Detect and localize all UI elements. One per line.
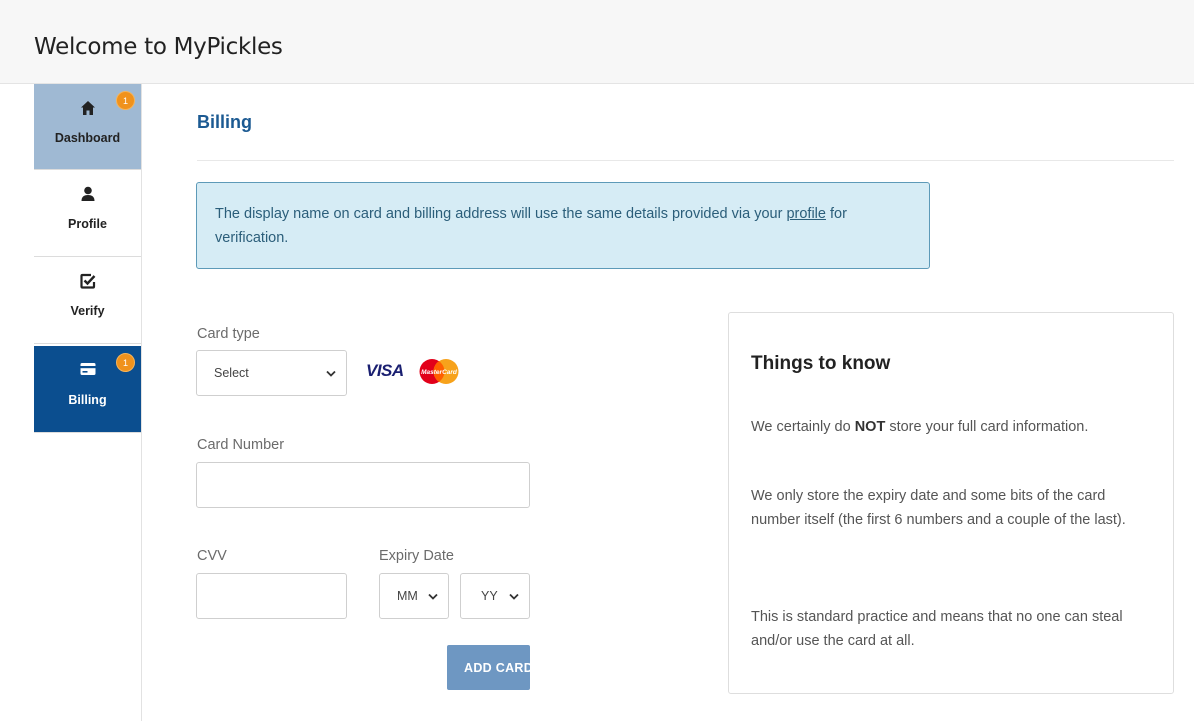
panel-paragraph-3: This is standard practice and means that… — [751, 609, 1123, 649]
sidebar-item-label: Billing — [68, 393, 107, 407]
expiry-month-value: MM — [397, 589, 418, 603]
panel-paragraph-1: We certainly do NOT store your full card… — [751, 415, 1151, 439]
visa-logo: VISA — [366, 361, 404, 380]
card-type-select[interactable]: Select — [196, 350, 347, 396]
chevron-down-icon — [428, 589, 438, 603]
card-number-label: Card Number — [197, 437, 285, 453]
add-card-button[interactable]: ADD CARD — [447, 645, 530, 690]
expiry-year-value: YY — [481, 589, 498, 603]
sidebar-item-dashboard[interactable]: 1 Dashboard — [34, 84, 141, 170]
check-square-icon — [34, 273, 141, 291]
expiry-year-select[interactable]: YY — [460, 573, 530, 619]
top-bar: Welcome to MyPickles — [0, 0, 1194, 84]
sidebar-item-billing[interactable]: 1 Billing — [34, 346, 141, 433]
sidebar: 1 Dashboard Profile Verify 1 Billing — [34, 84, 142, 721]
panel-title: Things to know — [751, 353, 891, 374]
p1-bold: NOT — [854, 419, 886, 435]
info-panel: Things to know We certainly do NOT store… — [728, 312, 1174, 694]
sidebar-item-verify[interactable]: Verify — [34, 257, 141, 344]
p1-text: We certainly do — [751, 419, 855, 435]
sidebar-item-label: Dashboard — [54, 131, 121, 145]
sidebar-item-label: Profile — [68, 217, 107, 231]
mastercard-logo: MasterCard — [417, 358, 461, 385]
card-number-input[interactable] — [196, 462, 530, 508]
panel-paragraph-2: We only store the expiry date and some b… — [751, 488, 1126, 528]
p1-text-end: store your full card information. — [885, 419, 1089, 435]
card-type-label: Card type — [197, 326, 260, 342]
notification-badge: 1 — [116, 353, 135, 372]
app-title: Welcome to MyPickles — [34, 34, 283, 60]
notice-text: The display name on card and billing add… — [215, 206, 787, 222]
chevron-down-icon — [509, 589, 519, 603]
info-notice: The display name on card and billing add… — [196, 182, 930, 269]
mastercard-wordmark: MasterCard — [421, 369, 458, 376]
sidebar-item-profile[interactable]: Profile — [34, 170, 141, 257]
sidebar-item-label: Verify — [70, 304, 105, 318]
page-title: Billing — [197, 112, 252, 132]
expiry-month-select[interactable]: MM — [379, 573, 449, 619]
profile-link[interactable]: profile — [786, 206, 826, 222]
cvv-input[interactable] — [196, 573, 347, 619]
cvv-label: CVV — [197, 548, 227, 564]
notification-badge: 1 — [116, 91, 135, 110]
expiry-date-label: Expiry Date — [379, 548, 454, 564]
divider — [197, 160, 1174, 161]
chevron-down-icon — [326, 366, 336, 380]
card-type-value: Select — [214, 366, 249, 380]
user-icon — [34, 186, 141, 204]
